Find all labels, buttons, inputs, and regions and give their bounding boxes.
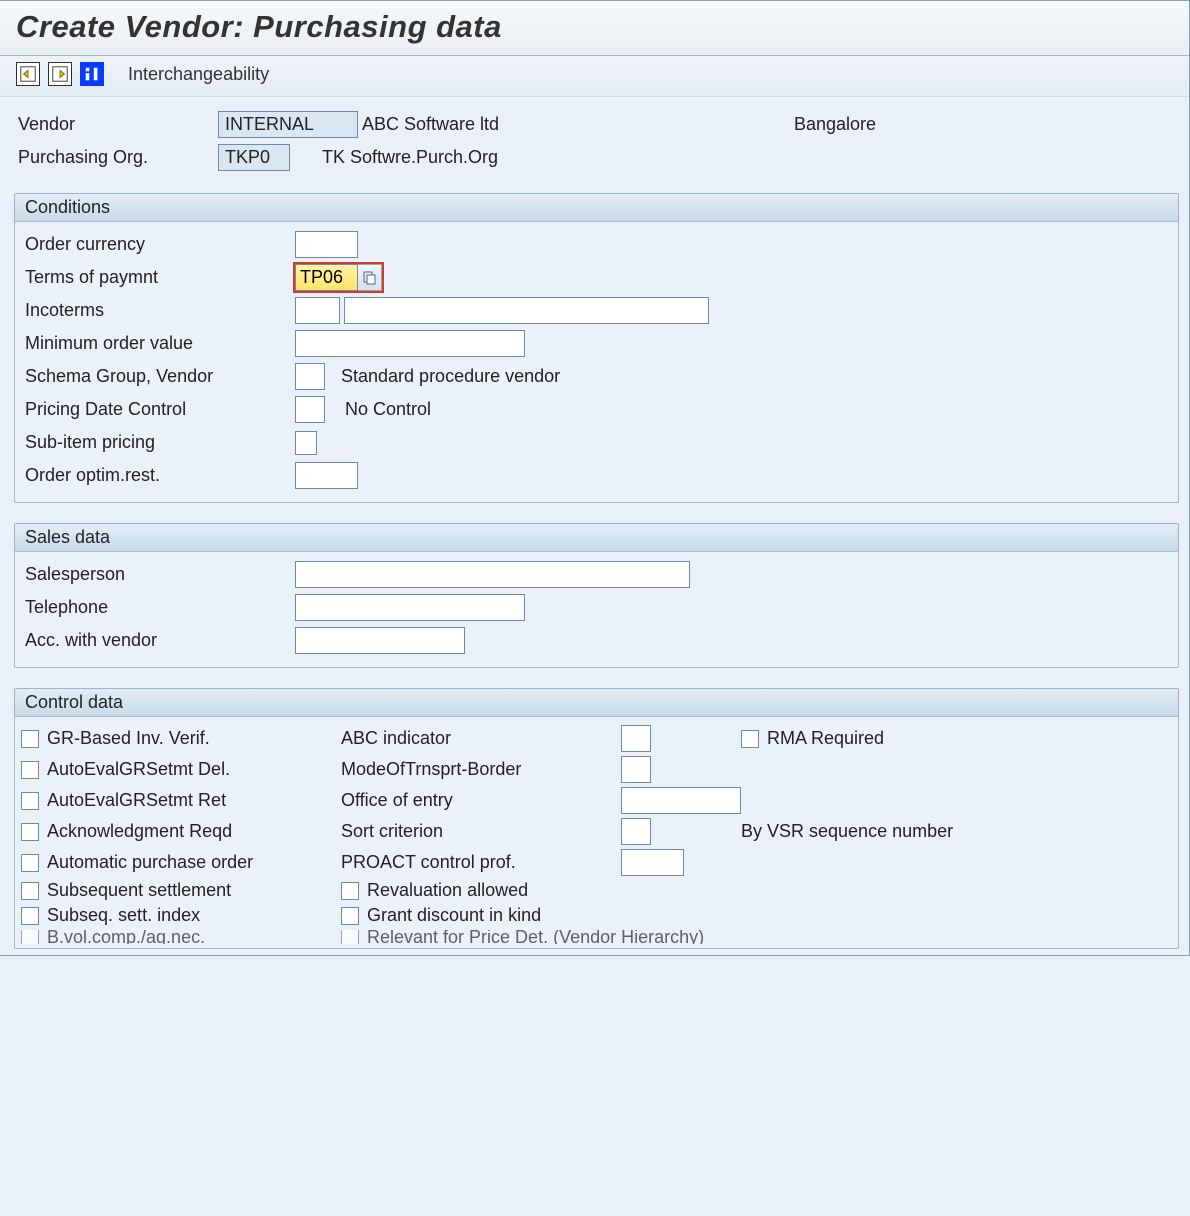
relevant-price-label: Relevant for Price Det. (Vendor Hierarch…	[367, 930, 704, 944]
sales-data-panel: Sales data Salesperson Telephone Acc. wi…	[14, 523, 1179, 668]
schema-group-label: Schema Group, Vendor	[25, 366, 295, 387]
info-icon[interactable]	[80, 62, 104, 86]
interchangeability-button[interactable]: Interchangeability	[128, 64, 269, 85]
vendor-code-field: INTERNAL	[218, 111, 358, 138]
autoeval-ret-checkbox[interactable]	[21, 792, 39, 810]
subitem-pricing-checkbox[interactable]	[295, 431, 317, 455]
automatic-po-label: Automatic purchase order	[47, 852, 253, 873]
acc-vendor-input[interactable]	[295, 627, 465, 654]
terms-of-payment-input[interactable]	[295, 264, 358, 291]
acc-vendor-label: Acc. with vendor	[25, 630, 295, 651]
prev-screen-icon[interactable]	[16, 62, 40, 86]
pricing-date-label: Pricing Date Control	[25, 399, 295, 420]
control-data-panel: Control data GR-Based Inv. Verif. ABC in…	[14, 688, 1179, 949]
automatic-po-checkbox[interactable]	[21, 854, 39, 872]
autoeval-ret-label: AutoEvalGRSetmt Ret	[47, 790, 226, 811]
vendor-name-text: ABC Software ltd	[362, 114, 499, 135]
schema-group-input[interactable]	[295, 363, 325, 390]
subsequent-settlement-label: Subsequent settlement	[47, 880, 231, 901]
abc-indicator-label: ABC indicator	[341, 728, 621, 749]
pricing-date-desc: No Control	[345, 399, 431, 420]
incoterms-text-input[interactable]	[344, 297, 709, 324]
gr-based-inv-checkbox[interactable]	[21, 730, 39, 748]
order-optim-label: Order optim.rest.	[25, 465, 295, 486]
revaluation-checkbox[interactable]	[341, 882, 359, 900]
conditions-panel: Conditions Order currency Terms of paymn…	[14, 193, 1179, 503]
salesperson-label: Salesperson	[25, 564, 295, 585]
gr-based-inv-label: GR-Based Inv. Verif.	[47, 728, 210, 749]
subseq-sett-index-checkbox[interactable]	[21, 907, 39, 925]
telephone-input[interactable]	[295, 594, 525, 621]
telephone-label: Telephone	[25, 597, 295, 618]
sort-criterion-input[interactable]	[621, 818, 651, 845]
app-window: Create Vendor: Purchasing data Interchan…	[0, 0, 1190, 956]
grant-discount-label: Grant discount in kind	[367, 905, 541, 926]
proact-label: PROACT control prof.	[341, 852, 621, 873]
acknowledgment-label: Acknowledgment Reqd	[47, 821, 232, 842]
order-optim-input[interactable]	[295, 462, 358, 489]
schema-group-desc: Standard procedure vendor	[341, 366, 560, 387]
title-bar: Create Vendor: Purchasing data	[0, 1, 1189, 56]
rma-required-label: RMA Required	[767, 728, 884, 749]
min-order-input[interactable]	[295, 330, 525, 357]
bvol-checkbox[interactable]	[21, 930, 39, 944]
mode-transport-label: ModeOfTrnsprt-Border	[341, 759, 621, 780]
revaluation-label: Revaluation allowed	[367, 880, 528, 901]
pricing-date-input[interactable]	[295, 396, 325, 423]
abc-indicator-input[interactable]	[621, 725, 651, 752]
mode-transport-input[interactable]	[621, 756, 651, 783]
page-title: Create Vendor: Purchasing data	[16, 9, 1173, 45]
sort-criterion-desc: By VSR sequence number	[741, 821, 1172, 842]
terms-of-payment-label: Terms of paymnt	[25, 267, 295, 288]
autoeval-del-checkbox[interactable]	[21, 761, 39, 779]
vendor-label: Vendor	[18, 114, 218, 135]
subseq-sett-index-label: Subseq. sett. index	[47, 905, 200, 926]
bvol-label: B.vol.comp./ag.nec.	[47, 930, 205, 944]
porg-label: Purchasing Org.	[18, 147, 218, 168]
grant-discount-checkbox[interactable]	[341, 907, 359, 925]
sort-criterion-label: Sort criterion	[341, 821, 621, 842]
subsequent-settlement-checkbox[interactable]	[21, 882, 39, 900]
min-order-label: Minimum order value	[25, 333, 295, 354]
content-area: Vendor INTERNAL ABC Software ltd Bangalo…	[0, 97, 1189, 955]
office-entry-input[interactable]	[621, 787, 741, 814]
incoterms-label: Incoterms	[25, 300, 295, 321]
sales-panel-title: Sales data	[15, 524, 1178, 552]
office-entry-label: Office of entry	[341, 790, 621, 811]
control-panel-title: Control data	[15, 689, 1178, 717]
vendor-header: Vendor INTERNAL ABC Software ltd Bangalo…	[14, 111, 1179, 171]
acknowledgment-checkbox[interactable]	[21, 823, 39, 841]
salesperson-input[interactable]	[295, 561, 690, 588]
terms-f4-help-button[interactable]	[358, 264, 382, 291]
subitem-pricing-label: Sub-item pricing	[25, 432, 295, 453]
next-screen-icon[interactable]	[48, 62, 72, 86]
autoeval-del-label: AutoEvalGRSetmt Del.	[47, 759, 230, 780]
incoterms-code-input[interactable]	[295, 297, 340, 324]
porg-code-field: TKP0	[218, 144, 290, 171]
conditions-panel-title: Conditions	[15, 194, 1178, 222]
vendor-city-text: Bangalore	[794, 114, 876, 135]
terms-of-payment-highlight	[295, 264, 382, 291]
proact-input[interactable]	[621, 849, 684, 876]
relevant-price-checkbox[interactable]	[341, 930, 359, 944]
app-toolbar: Interchangeability	[0, 56, 1189, 97]
order-currency-input[interactable]	[295, 231, 358, 258]
rma-required-checkbox[interactable]	[741, 730, 759, 748]
porg-name-text: TK Softwre.Purch.Org	[322, 147, 498, 168]
order-currency-label: Order currency	[25, 234, 295, 255]
